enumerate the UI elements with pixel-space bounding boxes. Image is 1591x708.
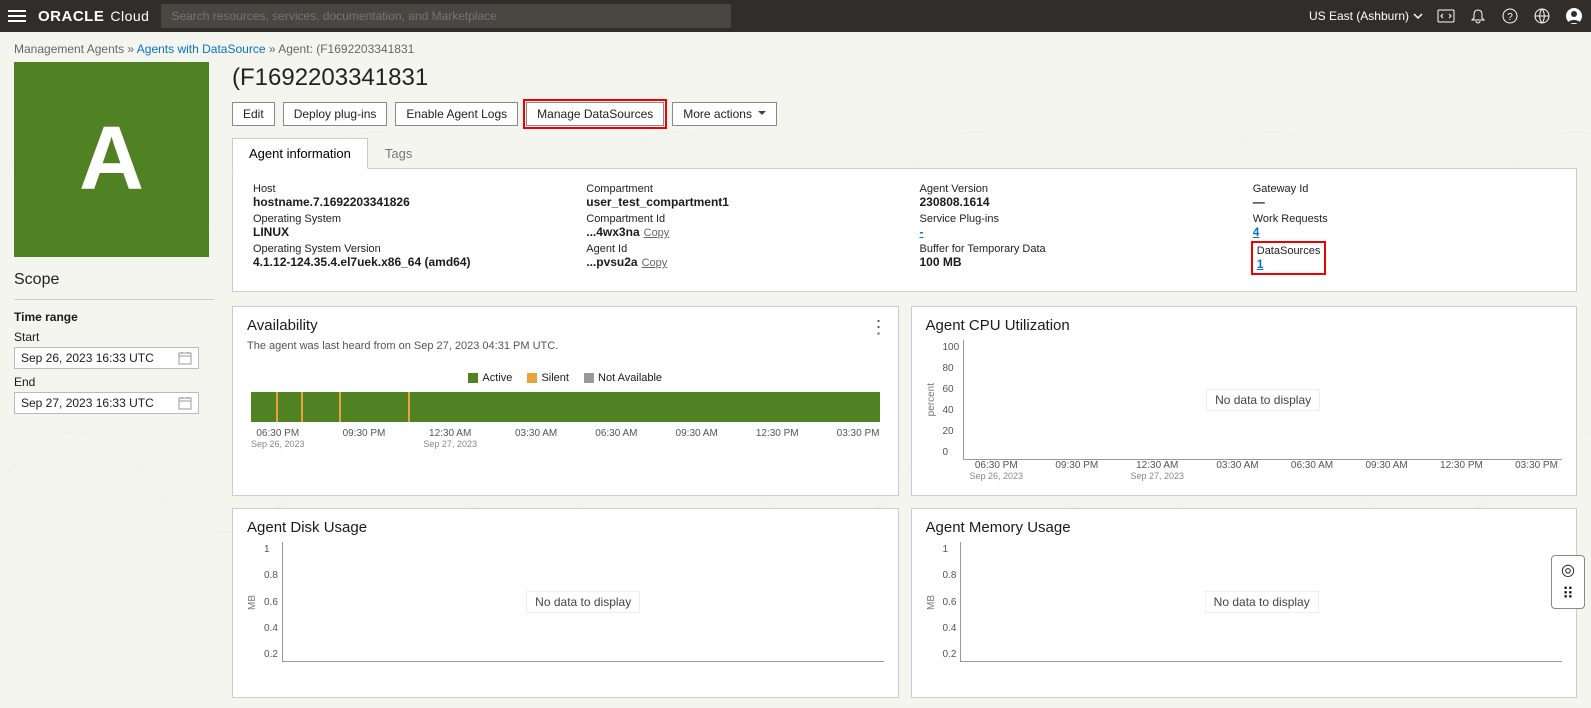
copy-compartment-id[interactable]: Copy [644,227,670,239]
search-input[interactable] [161,4,731,28]
availability-legend: Active Silent Not Available [247,372,884,386]
support-widget[interactable]: ◎ ⠿ [1551,555,1585,609]
region-selector[interactable]: US East (Ashburn) [1309,9,1423,23]
copy-agent-id[interactable]: Copy [642,257,668,269]
work-requests-link[interactable]: 4 [1253,225,1556,239]
edit-button[interactable]: Edit [232,102,275,126]
panel-menu-icon[interactable]: ⋮ [870,317,888,338]
life-ring-icon: ◎ [1561,560,1575,580]
resource-avatar: A [14,62,209,257]
os-version-value: 4.1.12-124.35.4.el7uek.x86_64 (amd64) [253,255,556,269]
cpu-chart: No data to display [963,340,1562,460]
compartment-value: user_test_compartment1 [586,195,889,209]
dev-tools-icon[interactable] [1437,7,1455,25]
breadcrumb: Management Agents » Agents with DataSour… [14,42,1577,56]
memory-nodata: No data to display [1205,591,1319,613]
buffer-value: 100 MB [920,255,1223,269]
disk-panel: Agent Disk Usage MB 10.80.60.40.2 No dat… [232,508,899,698]
memory-panel: Agent Memory Usage MB 10.80.60.40.2 No d… [911,508,1578,698]
timerange-label: Time range [14,310,214,324]
page-title: (F1692203341831 [232,64,1577,92]
availability-last-heard: The agent was last heard from on Sep 27,… [247,340,884,352]
top-bar: ORACLECloud US East (Ashburn) ? [0,0,1591,32]
end-label: End [14,375,214,389]
start-label: Start [14,330,214,344]
profile-icon[interactable] [1565,7,1583,25]
more-actions-button[interactable]: More actions [672,102,777,126]
availability-xaxis: 06:30 PMSep 26, 202309:30 PM12:30 AMSep … [247,428,884,449]
agent-id-value: ...pvsu2a [586,255,637,269]
grid-icon: ⠿ [1562,584,1574,604]
gateway-value: — [1253,195,1556,209]
enable-agent-logs-button[interactable]: Enable Agent Logs [395,102,518,126]
cpu-nodata: No data to display [1206,389,1320,411]
end-date-input[interactable]: Sep 27, 2023 16:33 UTC [14,392,199,414]
tab-agent-information[interactable]: Agent information [232,138,368,169]
compartment-id-value: ...4wx3na [586,225,639,239]
service-plugins-link[interactable]: - [920,225,1223,239]
calendar-icon [178,351,192,365]
calendar-icon [178,396,192,410]
availability-panel: ⋮ Availability The agent was last heard … [232,306,899,496]
disk-nodata: No data to display [526,591,640,613]
host-value: hostname.7.1692203341826 [253,195,556,209]
globe-icon[interactable] [1533,7,1551,25]
disk-chart: No data to display [282,542,884,662]
breadcrumb-root: Management Agents [14,42,124,56]
deploy-plugins-button[interactable]: Deploy plug-ins [283,102,388,126]
datasources-link[interactable]: 1 [1257,257,1321,271]
breadcrumb-current: Agent: (F1692203341831 [278,42,414,56]
start-date-input[interactable]: Sep 26, 2023 16:33 UTC [14,347,199,369]
availability-bar-chart [251,392,880,422]
memory-chart: No data to display [960,542,1562,662]
menu-icon[interactable] [8,7,26,25]
notifications-icon[interactable] [1469,7,1487,25]
svg-text:?: ? [1507,12,1513,23]
help-icon[interactable]: ? [1501,7,1519,25]
tab-tags[interactable]: Tags [368,138,429,169]
os-value: LINUX [253,225,556,239]
agent-info-panel: Hosthostname.7.1692203341826 Operating S… [232,168,1577,292]
scope-heading: Scope [14,271,214,289]
agent-version-value: 230808.1614 [920,195,1223,209]
cpu-xaxis: 06:30 PMSep 26, 202309:30 PM12:30 AMSep … [966,460,1563,481]
brand-logo: ORACLECloud [38,8,149,25]
cpu-panel: Agent CPU Utilization percent 1008060402… [911,306,1578,496]
breadcrumb-link[interactable]: Agents with DataSource [137,42,266,56]
manage-datasources-button[interactable]: Manage DataSources [526,102,664,126]
